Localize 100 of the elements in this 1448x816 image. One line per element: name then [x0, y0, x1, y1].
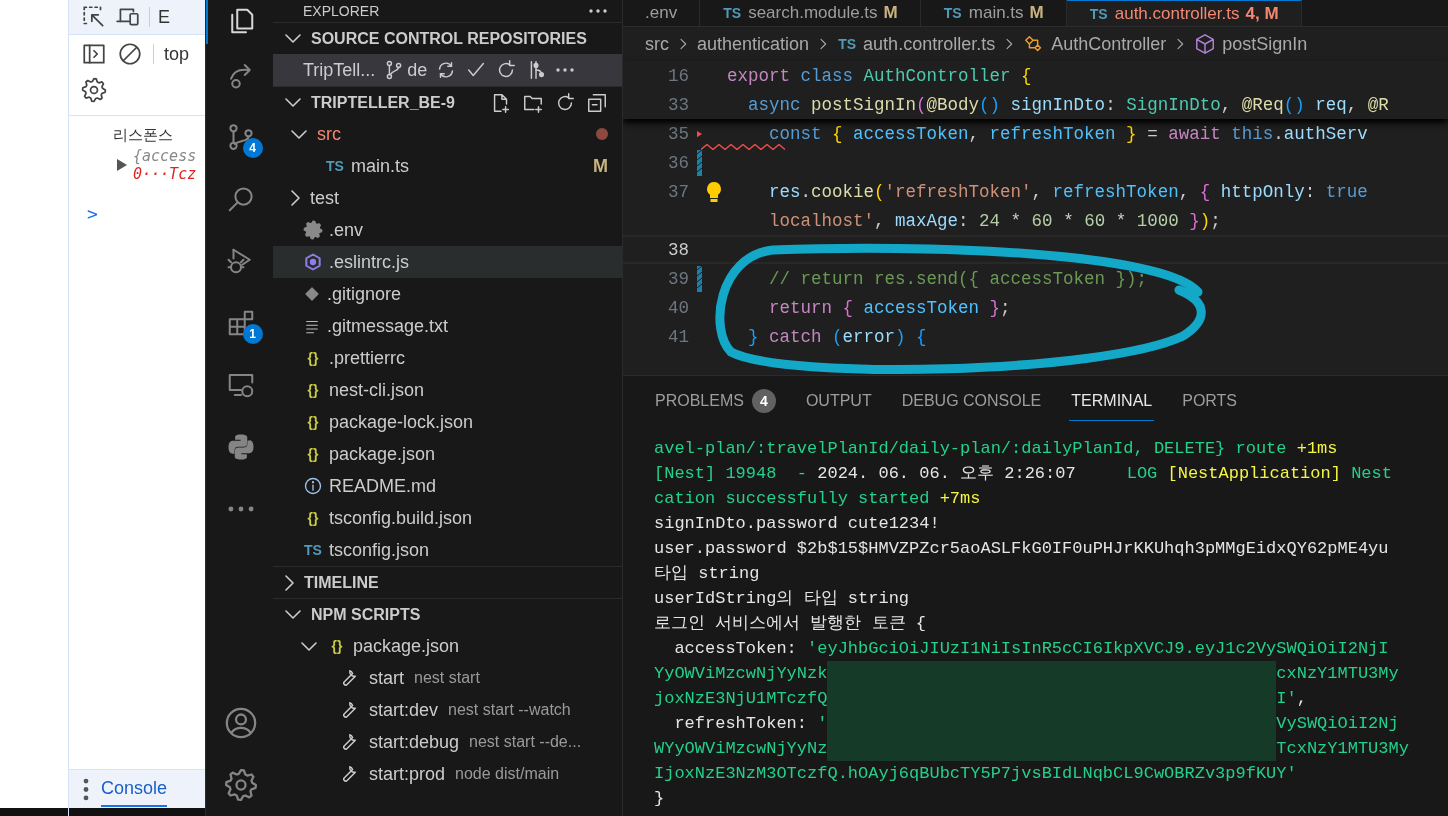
ts-file-icon: TS — [722, 5, 743, 21]
panel-tab[interactable]: TERMINAL — [1069, 381, 1155, 421]
line-number: 38 — [667, 239, 689, 260]
object-value: 0···Tcz — [133, 165, 197, 183]
breadcrumb-item[interactable]: src — [645, 33, 669, 55]
more-icon — [588, 9, 608, 13]
code-line: res.cookie('refreshToken', refreshToken, { httpOnly: true — [768, 181, 1368, 202]
terminal-line: cation successfully started +7ms — [654, 488, 981, 510]
chevron-right-icon — [285, 574, 294, 591]
code-line: async postSignIn(@Body() signInDto: SignInDto, @Req() req, @R — [747, 94, 1389, 115]
file-item[interactable]: .gitignore — [273, 278, 622, 310]
ts-file-icon: TS — [942, 5, 963, 21]
braces-icon: {} — [303, 414, 323, 430]
terminal-line: IjoxNzE3NzM3OTczfQ.hOAyj6qBUbcTY5P7jvsBIdLNqbCL9CwOBRZv3p9fKUY' — [654, 763, 1297, 785]
panel-tab[interactable]: OUTPUT — [803, 381, 874, 421]
terminal-line: WYyOWViMzcwNjYyNz — [654, 738, 828, 760]
section-header[interactable]: TIMELINE — [273, 566, 622, 598]
panel-tab[interactable]: PORTS — [1180, 381, 1240, 421]
object-preview: {access — [133, 147, 197, 165]
braces-icon: {} — [303, 350, 323, 366]
section-header[interactable]: NPM SCRIPTS — [273, 598, 622, 630]
panel-tab[interactable]: PROBLEMS 4 — [653, 378, 778, 424]
editor-tab[interactable]: TS search.module.ts M — [700, 0, 921, 26]
line-number: 35 — [667, 123, 689, 144]
kebab-menu-icon — [83, 777, 89, 801]
breadcrumb-item[interactable]: AuthController — [1023, 33, 1167, 55]
branch-name: de — [407, 59, 428, 81]
line-number: 37 — [667, 181, 689, 202]
repository-item[interactable]: TripTell... de — [273, 54, 622, 86]
git-status: M — [883, 3, 898, 23]
ts-file-icon: TS — [1088, 5, 1109, 22]
lightbulb-icon[interactable] — [705, 180, 723, 203]
editor-tab[interactable]: .env — [623, 0, 701, 26]
count-badge: 4 — [751, 388, 776, 413]
panel-tab[interactable]: DEBUG CONSOLE — [899, 381, 1044, 421]
package-item[interactable]: {} package.json — [273, 630, 622, 662]
script-item[interactable]: start:prod node dist/main — [273, 758, 622, 790]
file-item[interactable]: {} package-lock.json — [273, 406, 622, 438]
hexagon-icon — [303, 252, 323, 272]
folder-item[interactable]: src — [273, 118, 622, 150]
script-item[interactable]: start:debug nest start --de... — [273, 726, 622, 758]
file-item[interactable]: .gitmessage.txt — [273, 310, 622, 342]
line-number: 33 — [667, 94, 689, 115]
context-selector[interactable]: top — [164, 43, 190, 65]
terminal-line: [Nest] 19948 - 2024. 06. 06. 오후 2:26:07 LOG [NestApplication] Nest — [654, 463, 1392, 485]
file-item[interactable]: TS tsconfig.json — [273, 534, 622, 566]
file-item[interactable]: .eslintrc.js — [273, 246, 622, 278]
sidebar-toggle-icon — [81, 41, 107, 67]
code-line: export class AuthController { — [727, 65, 1032, 86]
editor-tab[interactable]: TS main.ts M — [920, 0, 1067, 26]
panel-tab[interactable]: E — [158, 6, 170, 28]
console-prompt: > — [87, 203, 98, 224]
chevron-down-icon — [285, 34, 301, 43]
code-line: const { accessToken, refreshToken } = await this.authServ — [768, 123, 1368, 144]
terminal-line: TcxNzY1MTU3My — [1276, 738, 1409, 760]
terminal-line: VySWQiOiI2Nj — [1276, 713, 1399, 735]
settings-icon — [223, 768, 258, 802]
chevron-down-icon — [285, 98, 301, 107]
braces-icon: {} — [303, 382, 323, 398]
breadcrumb-item[interactable]: TS auth.controller.ts — [837, 33, 996, 55]
terminal-line: YyOWViMzcwNjYyNzk — [654, 663, 828, 685]
file-item[interactable]: {} tsconfig.build.json — [273, 502, 622, 534]
file-item[interactable]: {} nest-cli.json — [273, 374, 622, 406]
terminal-line: 로그인 서비스에서 발행한 토큰 { — [654, 613, 926, 635]
file-item[interactable]: README.md — [273, 470, 622, 502]
terminal-line: signInDto.password cute1234! — [654, 513, 940, 535]
folder-item[interactable]: test — [273, 182, 622, 214]
expand-triangle-icon[interactable] — [117, 159, 127, 171]
file-item[interactable]: TS main.ts M — [273, 150, 622, 182]
code-line: localhost', maxAge: 24 * 60 * 60 * 1000 }); — [768, 210, 1221, 231]
ts-file-icon: TS — [303, 542, 323, 558]
file-item[interactable]: {} package.json — [273, 438, 622, 470]
code-line: // return res.send({ accessToken }); — [768, 268, 1148, 289]
ts-file-icon: TS — [325, 158, 345, 174]
info-icon — [303, 476, 323, 496]
more-icon — [555, 68, 576, 72]
braces-icon: {} — [303, 446, 323, 462]
file-item[interactable]: .env — [273, 214, 622, 246]
chevron-down-icon — [285, 610, 301, 619]
braces-icon: {} — [303, 510, 323, 526]
line-number: 40 — [667, 297, 689, 318]
sidebar-title: EXPLORER — [303, 3, 380, 19]
script-item[interactable]: start nest start — [273, 662, 622, 694]
ts-file-icon: TS — [837, 36, 858, 52]
settings-icon — [81, 77, 107, 103]
more-icon — [227, 506, 254, 512]
script-item[interactable]: start:dev nest start --watch — [273, 694, 622, 726]
clear-icon — [117, 41, 143, 67]
git-status: 4, M — [1245, 3, 1279, 24]
diamond-icon — [303, 285, 321, 303]
account-icon — [223, 706, 258, 740]
section-header[interactable]: TRIPTELLER_BE-9 — [273, 86, 622, 118]
chevron-down-icon — [301, 641, 317, 651]
breadcrumb-item[interactable]: postSignIn — [1194, 33, 1308, 55]
terminal-line: accessToken: 'eyJhbGciOiJIUzI1NiIsInR5cCI6IkpXVCJ9.eyJ1c2VySWQiOiI2NjI — [673, 638, 1389, 660]
breadcrumb-item[interactable]: authentication — [697, 33, 810, 55]
cube-icon — [1194, 33, 1217, 55]
file-item[interactable]: {} .prettierrc — [273, 342, 622, 374]
terminal-line: avel-plan/:travelPlanId/daily-plan/:dailyPlanId, DELETE} route +1ms — [654, 438, 1338, 460]
editor-tab[interactable]: TS auth.controller.ts 4, M — [1066, 0, 1302, 26]
